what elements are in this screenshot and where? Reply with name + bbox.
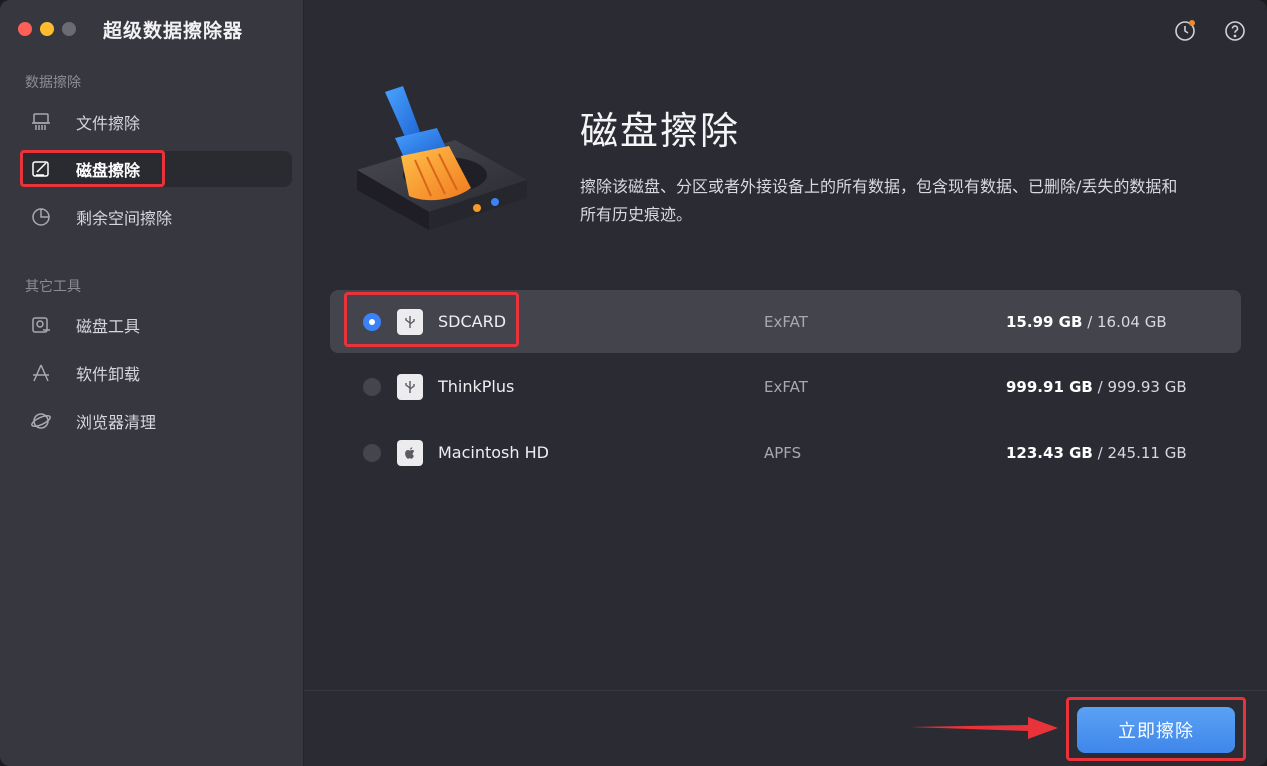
drive-total: / 16.04 GB <box>1082 312 1167 331</box>
zoom-window-button[interactable] <box>62 22 76 36</box>
sidebar-item-browser-clean[interactable]: 浏览器清理 <box>20 403 292 439</box>
page-description: 擦除该磁盘、分区或者外接设备上的所有数据，包含现有数据、已删除/丢失的数据和所有… <box>580 177 1178 224</box>
drive-capacity: 999.91 GB / 999.93 GB <box>1006 378 1187 396</box>
sidebar-item-disk-tool[interactable]: 磁盘工具 <box>20 307 292 343</box>
highlight-box-sidebar <box>20 150 165 187</box>
erase-now-button[interactable]: 立即擦除 <box>1077 707 1235 753</box>
sidebar: 超级数据擦除器 数据擦除 文件擦除 磁盘擦除 剩余空间擦除 其它工具 磁盘工具 … <box>0 0 304 766</box>
window-controls <box>18 22 76 36</box>
app-window: 超级数据擦除器 数据擦除 文件擦除 磁盘擦除 剩余空间擦除 其它工具 磁盘工具 … <box>0 0 1267 766</box>
sidebar-item-free-space-erase[interactable]: 剩余空间擦除 <box>20 199 292 235</box>
drive-name: Macintosh HD <box>438 443 549 462</box>
section-title-data-erase: 数据擦除 <box>25 75 81 91</box>
radio-button[interactable] <box>363 443 381 462</box>
help-icon[interactable] <box>1223 19 1247 43</box>
drive-filesystem: ExFAT <box>764 377 808 396</box>
sidebar-item-app-uninstall[interactable]: 软件卸载 <box>20 355 292 391</box>
drive-total: / 245.11 GB <box>1092 443 1187 462</box>
radio-button[interactable] <box>363 377 381 396</box>
sidebar-item-label: 剩余空间擦除 <box>76 209 173 228</box>
sidebar-item-label: 软件卸载 <box>76 365 141 384</box>
sidebar-item-label: 磁盘工具 <box>76 317 141 336</box>
highlight-box-drive <box>344 292 519 347</box>
pointer-arrow-icon <box>910 717 1058 739</box>
close-window-button[interactable] <box>18 22 32 36</box>
shredder-icon <box>30 111 52 133</box>
pie-chart-icon <box>30 206 52 228</box>
app-title: 超级数据擦除器 <box>103 20 244 42</box>
app-uninstall-icon <box>30 362 52 384</box>
apple-icon <box>397 439 423 466</box>
drive-total: / 999.93 GB <box>1092 377 1187 396</box>
drive-row-macintosh-hd[interactable]: Macintosh HD APFS 123.43 GB / 245.11 GB <box>330 421 1241 484</box>
usb-icon <box>397 373 423 400</box>
disk-broom-illustration <box>345 80 535 250</box>
browser-clean-icon <box>30 410 52 432</box>
drive-used: 15.99 GB <box>1006 312 1083 331</box>
minimize-window-button[interactable] <box>40 22 54 36</box>
drive-name: ThinkPlus <box>438 377 515 396</box>
drive-capacity: 15.99 GB / 16.04 GB <box>1006 313 1167 331</box>
history-icon[interactable] <box>1173 19 1197 43</box>
sidebar-item-label: 文件擦除 <box>76 114 141 133</box>
drive-used: 999.91 GB <box>1006 377 1093 396</box>
drive-filesystem: ExFAT <box>764 312 808 331</box>
disk-tool-icon <box>30 314 52 336</box>
header-actions <box>1173 19 1247 43</box>
page-title: 磁盘擦除 <box>580 109 741 153</box>
drive-row-thinkplus[interactable]: ThinkPlus ExFAT 999.91 GB / 999.93 GB <box>330 355 1241 418</box>
drive-used: 123.43 GB <box>1006 443 1093 462</box>
footer-divider <box>304 690 1267 691</box>
sidebar-item-label: 浏览器清理 <box>76 413 157 432</box>
drive-filesystem: APFS <box>764 443 802 462</box>
section-title-other-tools: 其它工具 <box>25 279 81 295</box>
drive-capacity: 123.43 GB / 245.11 GB <box>1006 444 1187 462</box>
sidebar-item-file-erase[interactable]: 文件擦除 <box>20 104 292 140</box>
